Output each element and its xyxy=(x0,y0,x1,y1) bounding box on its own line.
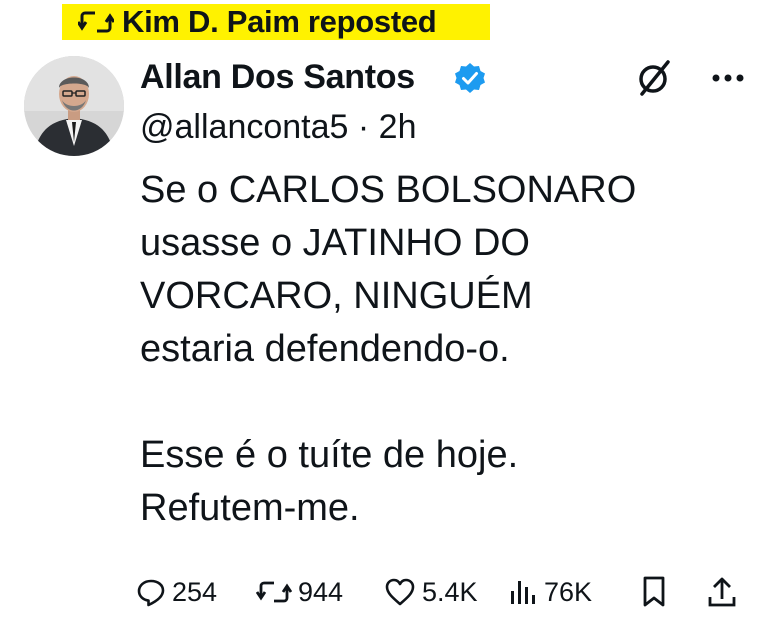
retweet-icon xyxy=(256,581,292,603)
retweet-button[interactable]: 944 xyxy=(256,572,343,612)
verified-badge-icon xyxy=(454,62,486,94)
reply-count: 254 xyxy=(172,576,218,607)
reply-button[interactable]: 254 xyxy=(136,572,217,612)
retweet-count: 944 xyxy=(298,576,344,607)
views-icon xyxy=(511,581,535,604)
author-meta: @allanconta5 · 2h xyxy=(140,108,417,147)
like-button[interactable]: 5.4K xyxy=(384,572,478,612)
action-bar: 254 944 5.4K 76K xyxy=(136,572,746,612)
heart-icon xyxy=(385,578,415,606)
share-button[interactable] xyxy=(706,572,738,612)
views-button[interactable]: 76K xyxy=(508,572,592,612)
avatar[interactable] xyxy=(24,56,124,156)
author-handle[interactable]: @allanconta5 xyxy=(140,108,348,146)
tweet-header: Allan Dos Santos xyxy=(140,58,748,98)
repost-label: Kim D. Paim reposted xyxy=(122,4,437,39)
meta-separator: · xyxy=(357,108,370,146)
tweet-text: Se o CARLOS BOLSONARO usasse o JATINHO D… xyxy=(140,169,637,529)
tweet-time[interactable]: 2h xyxy=(379,108,417,146)
repost-icon xyxy=(78,9,116,35)
reply-icon xyxy=(137,579,165,607)
views-count: 76K xyxy=(544,576,593,607)
like-count: 5.4K xyxy=(422,576,478,607)
author-name[interactable]: Allan Dos Santos xyxy=(140,58,415,97)
more-icon[interactable] xyxy=(708,64,748,92)
repost-banner[interactable]: Kim D. Paim reposted xyxy=(62,4,490,40)
bookmark-button[interactable] xyxy=(640,572,668,612)
bookmark-icon xyxy=(643,576,665,607)
share-icon xyxy=(708,577,736,607)
grok-icon[interactable] xyxy=(634,58,674,98)
